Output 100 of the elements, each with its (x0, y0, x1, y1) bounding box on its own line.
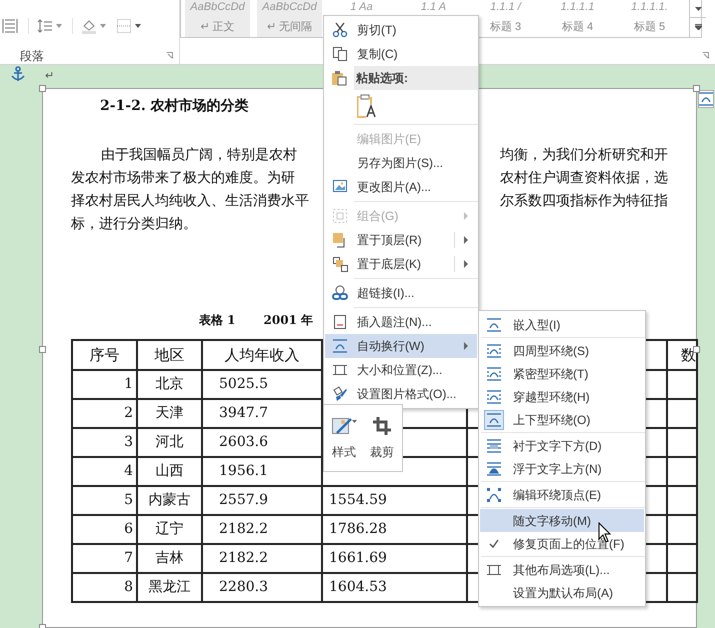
bring-to-front-icon (332, 232, 348, 248)
caret-icon (100, 24, 106, 28)
paragraph-line: 发农村市场带来了极大的难度。为研 (71, 169, 295, 188)
text-wrap-icon (486, 366, 502, 382)
mini-toolbar-button[interactable]: 样式 (328, 415, 360, 461)
table-cell: 北京 (138, 371, 203, 398)
table-cell: 1661.69 (323, 545, 468, 572)
shading-icon (81, 18, 97, 34)
anchor-icon (10, 66, 26, 82)
table-cell: 3 (73, 429, 138, 456)
table-cell: 1604.53 (323, 574, 468, 601)
table-cell: 2 (73, 400, 138, 427)
table-cell: 8 (73, 574, 138, 601)
table-cell: 山西 (138, 458, 203, 485)
context-menu-item[interactable]: 复制(C) (325, 42, 477, 66)
style-gallery-item[interactable]: 1.1.1.1 标题 4 (545, 0, 610, 37)
link-icon (332, 285, 348, 301)
table-cell: 4 (73, 458, 138, 485)
wrap-menu-item[interactable]: 衬于文字下方(D) (480, 434, 644, 457)
table-cell: 6 (73, 516, 138, 543)
caret-icon (694, 6, 702, 10)
wrap-menu-item[interactable]: 紧密型环绕(T) (480, 362, 644, 385)
context-menu-item[interactable]: 置于底层(K) (325, 252, 477, 276)
table-cell: 2182.2 (203, 545, 323, 572)
mini-toolbar-button[interactable]: 裁剪 (366, 415, 398, 461)
paragraph-line: 均衡，为我们分析研究和开 (500, 146, 668, 165)
paragraph-line: 标，进行分类归纳。 (71, 215, 197, 234)
context-menu-item[interactable]: 更改图片(A)... (325, 175, 477, 199)
table-header-cell: 序号 (73, 341, 138, 369)
wrap-menu-item[interactable]: 穿越型环绕(H) (480, 385, 644, 408)
table-cell: 吉林 (138, 545, 203, 572)
context-menu-item[interactable]: 置于顶层(R) (325, 228, 477, 252)
context-menu-item[interactable]: 超链接(I)... (325, 281, 477, 305)
text-wrap-icon (486, 388, 502, 404)
wrap-menu-item[interactable]: 嵌入型(I) (480, 313, 644, 336)
context-menu-item[interactable]: 自动换行(W) (325, 334, 477, 358)
wrap-menu-item[interactable]: 编辑环绕顶点(E) (480, 483, 644, 506)
table-cell: 辽宁 (138, 516, 203, 543)
text-wrap-icon (486, 460, 502, 476)
caption-icon (332, 314, 348, 330)
text-wrap-icon (486, 412, 502, 428)
table-cell: 黑龙江 (138, 574, 203, 601)
line-spacing-icon (37, 18, 53, 34)
dialog-launcher-icon (702, 52, 709, 59)
borders-icon (116, 18, 132, 34)
picture-style-icon (331, 415, 357, 437)
paragraph-mark: ↵ (45, 69, 54, 84)
context-menu-item[interactable]: 大小和位置(Z)... (325, 358, 477, 382)
format-brush-icon (332, 386, 348, 402)
context-menu-item[interactable]: 插入题注(N)... (325, 310, 477, 334)
caret-icon (135, 24, 141, 28)
clipboard-letter-icon (357, 94, 377, 118)
table-cell: 2182.2 (203, 516, 323, 543)
send-to-back-icon (332, 256, 348, 272)
paste-options-header: 粘贴选项: (354, 66, 478, 90)
copy-icon (332, 46, 348, 62)
context-menu-item[interactable]: 另存为图片(S)... (325, 151, 477, 175)
resize-handle[interactable] (39, 346, 46, 353)
text-wrap-icon (486, 316, 502, 332)
table-cell: 2280.3 (203, 574, 323, 601)
table-cell: 7 (73, 545, 138, 572)
table-cell: 河北 (138, 429, 203, 456)
text-wrap-icon (332, 338, 348, 354)
paragraph-line: 农村住户调查资料依据，选 (500, 169, 668, 188)
style-gallery-item[interactable]: 1.1.1.1. 标题 5 (617, 0, 682, 37)
paragraph-line: 尔系数四项指标作为特征指 (500, 192, 668, 211)
text-wrap-icon (698, 91, 714, 107)
text-wrap-icon (486, 342, 502, 358)
size-position-icon (332, 362, 348, 378)
wrap-menu-item[interactable]: 其他布局选项(L)... (480, 558, 644, 581)
wrap-menu-item[interactable]: 上下型环绕(O) (480, 408, 644, 431)
wrap-menu-item[interactable]: 随文字移动(M) (480, 509, 644, 532)
clipboard-icon (331, 70, 347, 86)
resize-handle[interactable] (693, 85, 700, 92)
table-cell: 2557.9 (203, 487, 323, 514)
paragraph-line: 择农村居民人均纯收入、生活消费水平 (71, 192, 309, 211)
layout-options-button[interactable] (698, 90, 714, 108)
expand-icon (694, 24, 702, 30)
table-header-cell: 数 (668, 341, 698, 369)
context-menu-item[interactable]: 设置图片格式(O)... (325, 382, 477, 406)
scissors-icon (332, 22, 348, 38)
edit-wrap-points-icon (486, 486, 502, 502)
table-cell: 内蒙古 (138, 487, 203, 514)
distributed-align-icon (2, 18, 18, 34)
table-cell: 1554.59 (323, 487, 468, 514)
wrap-menu-item[interactable]: 四周型环绕(S) (480, 339, 644, 362)
group-label: 段落 (20, 48, 44, 65)
table-caption: 2001 年 (264, 312, 314, 329)
change-picture-icon (332, 179, 348, 195)
resize-handle[interactable] (39, 85, 46, 92)
table-cell: 1 (73, 371, 138, 398)
table-header-cell: 地区 (138, 341, 203, 369)
crop-icon (371, 415, 393, 437)
context-menu-item[interactable]: 剪切(T) (325, 18, 477, 42)
caret-icon (56, 24, 62, 28)
wrap-menu-item[interactable]: 浮于文字上方(N) (480, 457, 644, 480)
table-cell: 天津 (138, 400, 203, 427)
section-heading: 2-1-2. 农村市场的分类 (100, 96, 249, 116)
wrap-menu-item[interactable]: 设置为默认布局(A) (480, 581, 644, 604)
table-caption: 表格 1 (199, 312, 236, 329)
